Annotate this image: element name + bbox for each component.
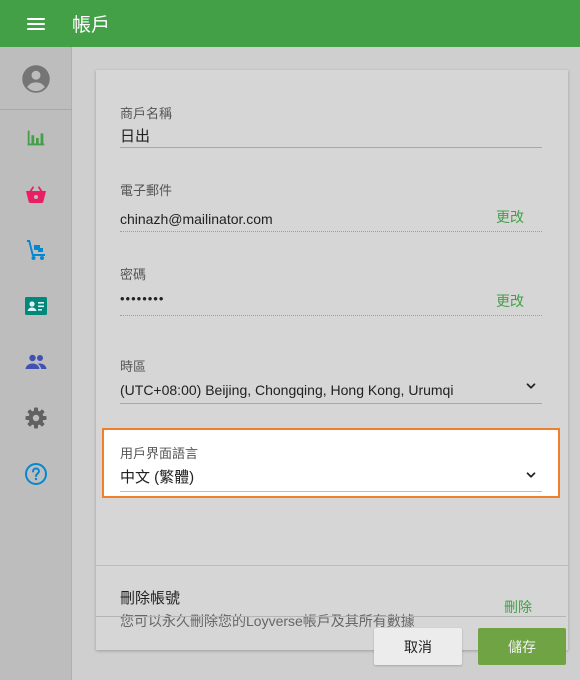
people-icon	[25, 354, 47, 369]
password-field: 密碼 •••••••• 更改	[120, 264, 542, 316]
contact-card-icon	[25, 297, 47, 315]
sidebar	[0, 47, 72, 680]
sidebar-item-account[interactable]	[0, 57, 72, 101]
email-value: chinazh@mailinator.com	[120, 211, 273, 227]
bar-chart-icon	[27, 130, 45, 146]
language-value: 中文 (繁體)	[120, 469, 195, 486]
top-app-bar: 帳戶	[0, 0, 580, 47]
gear-icon	[25, 407, 47, 429]
sidebar-item-reports[interactable]	[0, 116, 72, 160]
section-divider	[96, 565, 568, 566]
business-name-underline	[120, 147, 542, 148]
main-content: 商戶名稱 日出 電子郵件 chinazh@mailinator.com 更改 密…	[72, 47, 580, 680]
timezone-underline	[120, 403, 542, 404]
account-circle-icon	[22, 65, 50, 93]
timezone-value: (UTC+08:00) Beijing, Chongqing, Hong Kon…	[120, 382, 454, 398]
timezone-label: 時區	[120, 359, 147, 374]
sidebar-item-employees[interactable]	[0, 340, 72, 384]
chevron-down-icon	[526, 383, 536, 389]
sidebar-item-help[interactable]	[0, 452, 72, 496]
business-name-field[interactable]: 商戶名稱 日出	[120, 103, 542, 148]
sidebar-item-items[interactable]	[0, 172, 72, 216]
footer-divider	[96, 616, 566, 617]
email-label: 電子郵件	[120, 183, 173, 198]
hamburger-menu-icon	[27, 17, 45, 30]
page-title: 帳戶	[72, 15, 111, 36]
account-settings-card: 商戶名稱 日出 電子郵件 chinazh@mailinator.com 更改 密…	[96, 70, 568, 650]
cancel-button[interactable]: 取消	[374, 628, 462, 665]
sidebar-item-settings[interactable]	[0, 396, 72, 440]
sidebar-item-customers[interactable]	[0, 284, 72, 328]
save-button[interactable]: 儲存	[478, 628, 566, 665]
help-circle-icon	[25, 463, 47, 485]
sidebar-divider	[0, 109, 72, 110]
basket-icon	[26, 186, 46, 203]
business-name-label: 商戶名稱	[120, 106, 173, 121]
delete-account-title: 刪除帳號	[120, 590, 181, 607]
timezone-select[interactable]: 時區 (UTC+08:00) Beijing, Chongqing, Hong …	[120, 356, 542, 404]
email-field: 電子郵件 chinazh@mailinator.com 更改	[120, 180, 542, 232]
change-password-link[interactable]: 更改	[496, 291, 524, 311]
delete-account-description: 您可以永久刪除您的Loyverse帳戶及其所有數據	[120, 613, 415, 629]
language-label: 用戶界面語言	[120, 446, 199, 461]
sidebar-item-inventory[interactable]	[0, 228, 72, 272]
password-value: ••••••••	[120, 291, 165, 306]
business-name-input[interactable]: 日出	[120, 125, 542, 146]
hand-truck-icon	[27, 240, 45, 260]
menu-button[interactable]	[0, 0, 72, 47]
language-select-highlight[interactable]: 用戶界面語言 中文 (繁體)	[102, 428, 560, 498]
change-email-link[interactable]: 更改	[496, 207, 524, 227]
language-select[interactable]: 用戶界面語言 中文 (繁體)	[120, 443, 542, 492]
password-underline	[120, 315, 542, 316]
delete-account-link[interactable]: 刪除	[504, 597, 532, 617]
email-underline	[120, 231, 542, 232]
chevron-down-icon	[526, 472, 536, 478]
password-label: 密碼	[120, 267, 147, 282]
language-underline	[120, 491, 542, 492]
